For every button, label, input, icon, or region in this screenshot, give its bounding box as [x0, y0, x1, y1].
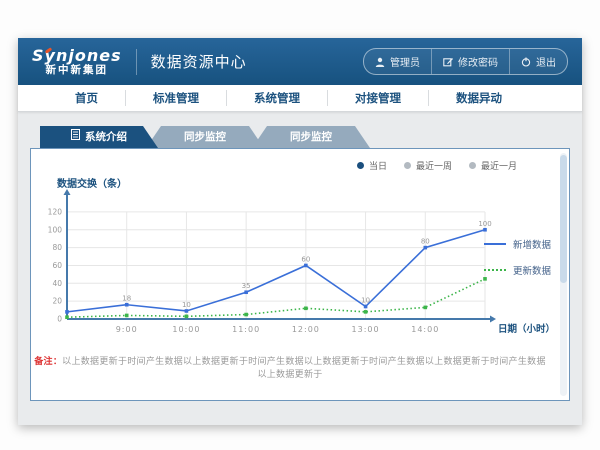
svg-text:60: 60 — [52, 261, 62, 270]
legend-item-update-data: 更新数据 — [484, 263, 551, 277]
nav-item-data-change[interactable]: 数据异动 — [428, 90, 529, 106]
app-header: Synjones 新中新集团 数据资源中心 管理员 修改密码 — [18, 38, 582, 85]
chart-panel: 当日 最近一周 最近一月 数据交换（条） 0 20 40 60 80 100 120 9:00… — [30, 148, 570, 401]
radio-dot-icon — [469, 162, 476, 169]
panel-scrollbar — [560, 153, 567, 396]
footnote-prefix: 备注： — [34, 357, 62, 367]
radio-dot-icon — [404, 162, 411, 169]
svg-text:14:00: 14:00 — [411, 325, 439, 334]
svg-text:9:00: 9:00 — [116, 325, 138, 334]
svg-text:10: 10 — [361, 297, 370, 305]
tab-label: 系统介绍 — [85, 126, 127, 148]
svg-text:13:00: 13:00 — [352, 325, 380, 334]
svg-text:35: 35 — [242, 282, 251, 290]
tab-system-intro[interactable]: 系统介绍 — [40, 126, 158, 148]
user-button[interactable]: 管理员 — [364, 49, 431, 74]
radio-last-week[interactable]: 最近一周 — [404, 159, 452, 172]
dotted-line-icon — [484, 269, 506, 271]
scrollbar-thumb[interactable] — [560, 155, 567, 283]
svg-text:100: 100 — [478, 220, 491, 228]
svg-text:12:00: 12:00 — [292, 325, 320, 334]
footnote-text: 以上数据更新于时间产生数据以上数据更新于时间产生数据以上数据更新于时间产生数据以… — [62, 357, 546, 380]
svg-text:日期（小时）: 日期（小时） — [498, 323, 555, 335]
nav-item-system-mgmt[interactable]: 系统管理 — [226, 90, 327, 106]
app-window: Synjones 新中新集团 数据资源中心 管理员 修改密码 — [18, 38, 582, 425]
logout-button[interactable]: 退出 — [509, 49, 567, 74]
user-icon — [375, 57, 385, 67]
edit-icon — [443, 57, 453, 67]
svg-text:10: 10 — [182, 301, 191, 309]
user-button-label: 管理员 — [390, 54, 420, 69]
svg-text:100: 100 — [48, 225, 63, 234]
brand-logo: Synjones 新中新集团 — [32, 47, 122, 76]
radio-dot-icon — [357, 162, 364, 169]
user-actions: 管理员 修改密码 退出 — [363, 48, 568, 75]
svg-text:10:00: 10:00 — [172, 325, 200, 334]
change-password-label: 修改密码 — [458, 54, 498, 69]
solid-line-icon — [484, 243, 506, 245]
footnote: 备注：以上数据更新于时间产生数据以上数据更新于时间产生数据以上数据更新于时间产生… — [31, 354, 549, 380]
y-axis-title: 数据交换（条） — [57, 175, 127, 190]
nav-item-home[interactable]: 首页 — [48, 90, 125, 106]
logout-label: 退出 — [536, 54, 556, 69]
nav-item-standard-mgmt[interactable]: 标准管理 — [125, 90, 226, 106]
change-password-button[interactable]: 修改密码 — [431, 49, 509, 74]
nav-item-integration-mgmt[interactable]: 对接管理 — [327, 90, 428, 106]
tab-sync-monitor-1[interactable]: 同步监控 — [146, 126, 264, 148]
svg-text:120: 120 — [48, 207, 63, 216]
tab-bar: 系统介绍 同步监控 同步监控 — [40, 126, 570, 148]
svg-text:11:00: 11:00 — [232, 325, 260, 334]
svg-text:80: 80 — [421, 238, 430, 246]
header-divider — [136, 49, 137, 75]
svg-text:40: 40 — [52, 279, 62, 288]
chart-legend: 新增数据 更新数据 — [484, 237, 551, 277]
svg-text:18: 18 — [122, 295, 131, 303]
svg-text:80: 80 — [52, 243, 62, 252]
legend-item-new-data: 新增数据 — [484, 237, 551, 251]
main-nav: 首页 标准管理 系统管理 对接管理 数据异动 — [18, 85, 582, 112]
svg-text:0: 0 — [57, 315, 62, 324]
power-icon — [521, 57, 531, 67]
radio-today[interactable]: 当日 — [357, 159, 387, 172]
page-title: 数据资源中心 — [151, 51, 247, 72]
document-icon — [71, 126, 80, 148]
time-range-filter: 当日 最近一周 最近一月 — [357, 159, 517, 172]
radio-last-month[interactable]: 最近一月 — [469, 159, 517, 172]
svg-text:20: 20 — [52, 297, 62, 306]
tab-sync-monitor-2[interactable]: 同步监控 — [252, 126, 370, 148]
content-area: 系统介绍 同步监控 同步监控 当日 最近一周 最近一月 数据交换 — [18, 112, 582, 401]
logo-subtext: 新中新集团 — [32, 65, 122, 77]
svg-text:60: 60 — [301, 255, 310, 263]
